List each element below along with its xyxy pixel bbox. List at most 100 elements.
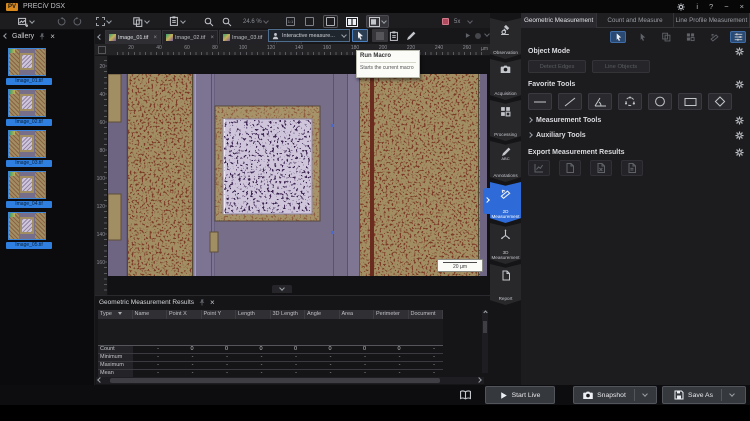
edit-macro-button[interactable] bbox=[403, 29, 419, 42]
gallery-thumbnail[interactable] bbox=[8, 212, 46, 240]
measurement-tools-settings-gear-icon[interactable] bbox=[735, 116, 744, 125]
select-object-button[interactable] bbox=[610, 31, 626, 43]
fit-to-window-button[interactable] bbox=[303, 15, 316, 28]
one-to-one-button[interactable]: 1:1 bbox=[284, 15, 297, 28]
paste-button[interactable] bbox=[167, 15, 187, 28]
column-header[interactable]: Document bbox=[409, 310, 444, 319]
help-icon[interactable]: ? bbox=[709, 2, 713, 11]
circle-tool-button[interactable] bbox=[648, 93, 672, 110]
scrollbar-thumb[interactable] bbox=[483, 321, 487, 333]
undo-button[interactable] bbox=[55, 15, 68, 28]
export-excel-button[interactable] bbox=[590, 160, 612, 176]
column-header[interactable]: Point X bbox=[167, 310, 202, 319]
start-live-button[interactable]: Start Live bbox=[485, 386, 555, 404]
measurement-tools-header[interactable]: Measurement Tools bbox=[528, 117, 601, 124]
gallery-thumbnail[interactable] bbox=[8, 171, 46, 199]
polygon-tool-button[interactable] bbox=[708, 93, 732, 110]
actual-size-button[interactable] bbox=[323, 15, 338, 28]
export-file-button[interactable] bbox=[559, 160, 581, 176]
image-canvas[interactable]: 20 µm bbox=[108, 56, 490, 295]
image-nav-play-icon[interactable] bbox=[465, 32, 471, 39]
results-horizontal-scrollbar[interactable] bbox=[96, 377, 484, 384]
export-settings-gear-icon[interactable] bbox=[735, 148, 744, 157]
run-macro-button[interactable] bbox=[386, 29, 402, 42]
zoom-out-button[interactable] bbox=[202, 15, 216, 28]
results-close-icon[interactable]: × bbox=[210, 298, 215, 307]
gallery-thumbnail[interactable] bbox=[8, 89, 46, 117]
line-tool-button[interactable] bbox=[528, 93, 552, 110]
scrollbar-thumb[interactable] bbox=[110, 378, 440, 383]
nav-3d-measurement[interactable]: 3D Measurement bbox=[490, 223, 521, 264]
settings-gear-icon[interactable] bbox=[677, 3, 685, 11]
line-objects-button[interactable]: Line Objects bbox=[592, 60, 650, 73]
results-vertical-scrollbar[interactable] bbox=[482, 310, 488, 373]
close-icon[interactable]: × bbox=[740, 2, 744, 11]
arc-circle-tool-button[interactable] bbox=[618, 93, 642, 110]
move-object-button[interactable] bbox=[658, 31, 674, 43]
tab-close-icon[interactable]: × bbox=[153, 35, 157, 41]
align-object-button[interactable] bbox=[682, 31, 698, 43]
gallery-item[interactable]: Image_03.tif bbox=[0, 130, 95, 167]
tab-count-and-measure[interactable]: Count and Measure bbox=[597, 13, 673, 28]
snapshot-menu-chevron-icon[interactable] bbox=[642, 391, 648, 397]
zoom-level-select[interactable]: 24.6 % bbox=[241, 15, 270, 28]
minimize-icon[interactable]: − bbox=[724, 2, 728, 11]
tab-image-02[interactable]: Image_02.tif× bbox=[162, 30, 218, 44]
select-region-button[interactable] bbox=[94, 15, 113, 28]
pin-icon[interactable] bbox=[38, 32, 46, 41]
auxiliary-tools-settings-gear-icon[interactable] bbox=[735, 131, 744, 140]
polyline-tool-button[interactable] bbox=[558, 93, 582, 110]
gallery-close-icon[interactable]: × bbox=[50, 32, 55, 41]
dual-view-button[interactable] bbox=[344, 15, 360, 28]
tab-line-profile-measurement[interactable]: Line Profile Measurement bbox=[674, 13, 750, 28]
column-header[interactable]: Angle bbox=[305, 310, 340, 319]
snapshot-button[interactable]: Snapshot bbox=[573, 386, 657, 404]
save-as-button[interactable]: Save As bbox=[662, 386, 746, 404]
detect-edges-button[interactable]: Detect Edges bbox=[528, 60, 586, 73]
nav-observation[interactable]: Observation bbox=[490, 18, 521, 59]
gallery-item[interactable]: Image_02.tif bbox=[0, 89, 95, 126]
angle-tool-button[interactable] bbox=[588, 93, 612, 110]
save-as-menu-chevron-icon[interactable] bbox=[729, 391, 735, 397]
column-header[interactable]: Area bbox=[340, 310, 375, 319]
export-chart-button[interactable] bbox=[528, 160, 550, 176]
gallery-item[interactable]: Image_05.tif bbox=[0, 212, 95, 249]
export-image-button[interactable] bbox=[16, 15, 36, 28]
info-icon[interactable]: i bbox=[696, 2, 698, 11]
nav-2d-measurement[interactable]: 2D Measurement bbox=[490, 182, 521, 223]
gallery-thumbnail[interactable] bbox=[8, 130, 46, 158]
image-nav-menu-icon[interactable] bbox=[484, 31, 490, 37]
gallery-item[interactable]: Image_01.tif bbox=[0, 48, 95, 85]
tab-scroll-left-icon[interactable] bbox=[97, 34, 103, 40]
column-header[interactable]: Name bbox=[133, 310, 168, 319]
expand-right-panel-handle[interactable] bbox=[483, 188, 490, 214]
measure-mode-dropdown[interactable]: Interactive measure... bbox=[268, 29, 350, 42]
nav-report[interactable]: Report bbox=[490, 264, 521, 305]
column-header[interactable]: Length bbox=[236, 310, 271, 319]
image-nav-dot-icon[interactable] bbox=[475, 33, 481, 39]
tab-close-icon[interactable]: × bbox=[210, 35, 214, 41]
pin-icon[interactable] bbox=[198, 298, 206, 307]
gallery-item[interactable]: Image_04.tif bbox=[0, 171, 95, 208]
favorite-tools-settings-gear-icon[interactable] bbox=[735, 80, 744, 89]
rectangle-tool-button[interactable] bbox=[678, 93, 702, 110]
column-header[interactable]: Point Y bbox=[202, 310, 237, 319]
column-header[interactable]: Perimeter bbox=[374, 310, 409, 319]
nav-acquisition[interactable]: Acquisition bbox=[490, 59, 521, 100]
select-tool-button[interactable] bbox=[352, 29, 368, 42]
edit-object-button[interactable] bbox=[634, 31, 650, 43]
gallery-thumbnail[interactable] bbox=[8, 48, 46, 76]
column-header[interactable]: 3D Length bbox=[271, 310, 306, 319]
window-layout-button[interactable] bbox=[366, 15, 389, 28]
redo-button[interactable] bbox=[71, 15, 84, 28]
measure-pointer-button[interactable] bbox=[706, 31, 722, 43]
tab-geometric-measurement[interactable]: Geometric Measurement bbox=[521, 13, 597, 28]
tool-options-button[interactable] bbox=[730, 31, 746, 43]
collapse-gallery-icon[interactable] bbox=[3, 33, 9, 39]
export-csv-button[interactable] bbox=[621, 160, 643, 176]
expand-bottom-handle[interactable] bbox=[272, 285, 292, 293]
nav-annotations[interactable]: ABC Annotations bbox=[490, 141, 521, 182]
objective-lens-select[interactable]: 5x bbox=[440, 15, 474, 28]
copy-button[interactable] bbox=[131, 15, 151, 28]
help-book-icon[interactable] bbox=[460, 390, 471, 400]
